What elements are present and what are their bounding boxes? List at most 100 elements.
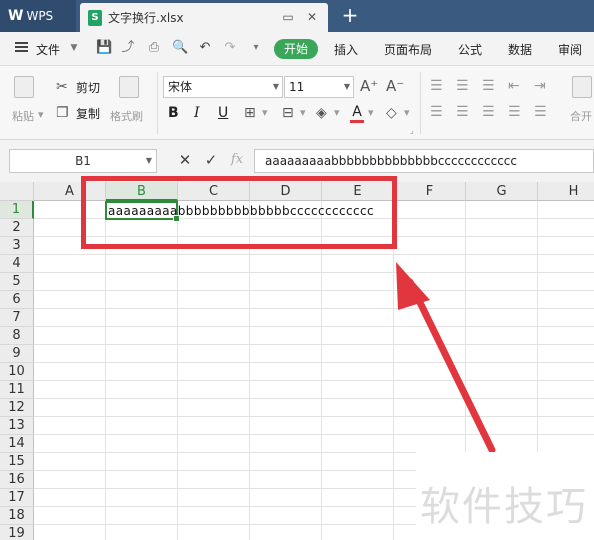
underline-icon[interactable]: U xyxy=(218,105,228,121)
grid-line xyxy=(34,290,594,291)
file-menu[interactable]: 文件 xyxy=(36,41,60,58)
paste-button[interactable]: 粘贴 xyxy=(12,108,34,124)
bold-icon[interactable]: B xyxy=(168,105,179,121)
select-all-corner[interactable] xyxy=(0,182,34,201)
export-icon[interactable]: ⤴ xyxy=(120,40,136,56)
font-color-icon[interactable]: A xyxy=(350,104,364,123)
tab-insert[interactable]: 插入 xyxy=(334,41,358,58)
insert-function-icon[interactable]: fx xyxy=(228,151,246,169)
distribute-icon[interactable]: ☰ xyxy=(534,104,547,120)
indent-decrease-icon[interactable]: ⇤ xyxy=(508,78,520,94)
column-header-h[interactable]: H xyxy=(538,182,594,201)
copy-button[interactable]: 复制 xyxy=(76,105,100,122)
borders-dropdown-icon[interactable]: ▾ xyxy=(262,106,268,119)
fill-color-icon[interactable]: ◈ xyxy=(316,105,327,121)
row-header[interactable]: 6 xyxy=(0,291,34,309)
row-header[interactable]: 10 xyxy=(0,363,34,381)
clear-format-icon[interactable]: ◇ xyxy=(386,105,397,121)
format-painter-icon[interactable] xyxy=(119,76,139,98)
tab-formulas[interactable]: 公式 xyxy=(458,41,482,58)
align-bottom-icon[interactable]: ☰ xyxy=(482,78,495,94)
watermark-text: 软件技巧 xyxy=(420,484,588,530)
document-tab[interactable]: S 文字换行.xlsx ▭ ✕ xyxy=(80,3,328,32)
close-tab-icon[interactable]: ✕ xyxy=(304,9,320,25)
column-header-g[interactable]: G xyxy=(466,182,538,201)
paste-dropdown-icon[interactable]: ▾ xyxy=(38,108,44,121)
align-center-icon[interactable]: ☰ xyxy=(456,104,469,120)
align-right-icon[interactable]: ☰ xyxy=(482,104,495,120)
name-box[interactable]: B1 ▼ xyxy=(9,149,157,173)
grid-line xyxy=(34,362,594,363)
increase-font-size-icon[interactable]: A⁺ xyxy=(360,78,378,94)
tab-start[interactable]: 开始 xyxy=(274,39,318,59)
confirm-edit-icon[interactable]: ✓ xyxy=(202,151,220,169)
justify-icon[interactable]: ☰ xyxy=(508,104,521,120)
row-header[interactable]: 5 xyxy=(0,273,34,291)
file-menu-dropdown-icon[interactable]: ▼ xyxy=(66,40,82,56)
cancel-edit-icon[interactable]: ✕ xyxy=(176,151,194,169)
tab-review[interactable]: 审阅 xyxy=(558,41,582,58)
merge-center-button[interactable]: 合开 xyxy=(570,108,592,124)
grid-line xyxy=(34,254,594,255)
quick-access-dropdown-icon[interactable]: ▾ xyxy=(248,40,264,56)
save-icon[interactable]: 💾 xyxy=(96,40,112,56)
align-top-icon[interactable]: ☰ xyxy=(430,78,443,94)
font-color-dropdown-icon[interactable]: ▾ xyxy=(368,106,374,119)
highlight-box xyxy=(81,176,397,249)
tab-page-layout[interactable]: 页面布局 xyxy=(384,41,432,58)
format-painter-button[interactable]: 格式刷 xyxy=(110,108,143,124)
print-icon[interactable]: ⎙ xyxy=(146,40,162,56)
row-header[interactable]: 1 xyxy=(0,201,34,219)
restore-window-icon[interactable]: ▭ xyxy=(280,9,296,25)
decrease-font-size-icon[interactable]: A⁻ xyxy=(386,78,404,94)
tab-data[interactable]: 数据 xyxy=(508,41,532,58)
grid-line xyxy=(34,434,594,435)
row-header[interactable]: 8 xyxy=(0,327,34,345)
row-header[interactable]: 16 xyxy=(0,471,34,489)
row-header[interactable]: 14 xyxy=(0,435,34,453)
row-header[interactable]: 15 xyxy=(0,453,34,471)
font-dialog-launcher-icon[interactable]: ⌟ xyxy=(410,126,414,135)
row-header[interactable]: 12 xyxy=(0,399,34,417)
new-tab-button[interactable]: + xyxy=(340,3,360,27)
row-header[interactable]: 3 xyxy=(0,237,34,255)
font-size-select[interactable]: 11 ▼ xyxy=(284,76,354,98)
merge-center-icon[interactable] xyxy=(572,76,592,98)
row-header[interactable]: 17 xyxy=(0,489,34,507)
font-name-select[interactable]: 宋体 ▼ xyxy=(163,76,283,98)
borders-icon[interactable]: ⊞ xyxy=(244,105,256,121)
redo-icon[interactable]: ↷ xyxy=(222,40,238,56)
grid-line xyxy=(321,201,322,540)
column-header-f[interactable]: F xyxy=(394,182,466,201)
menu-bar: 文件 ▼ 💾 ⤴ ⎙ 🔍 ↶ ↷ ▾ 开始 插入 页面布局 公式 数据 审阅 xyxy=(0,32,594,66)
row-header[interactable]: 7 xyxy=(0,309,34,327)
undo-icon[interactable]: ↶ xyxy=(197,40,213,56)
merge-dropdown-icon[interactable]: ▾ xyxy=(300,106,306,119)
grid-line xyxy=(34,344,594,345)
row-header[interactable]: 13 xyxy=(0,417,34,435)
wps-home-tab[interactable]: W WPS xyxy=(0,0,76,32)
print-preview-icon[interactable]: 🔍 xyxy=(172,40,188,56)
merge-cells-icon[interactable]: ⊟ xyxy=(282,105,294,121)
cut-button[interactable]: 剪切 xyxy=(76,79,100,96)
formula-input[interactable]: aaaaaaaaabbbbbbbbbbbbbbcccccccccccc xyxy=(254,149,594,173)
row-header[interactable]: 19 xyxy=(0,525,34,540)
row-header[interactable]: 2 xyxy=(0,219,34,237)
menu-hamburger-icon[interactable] xyxy=(15,42,28,52)
copy-icon: ❐ xyxy=(56,105,69,121)
paste-icon[interactable] xyxy=(14,76,34,98)
row-header[interactable]: 18 xyxy=(0,507,34,525)
align-middle-icon[interactable]: ☰ xyxy=(456,78,469,94)
row-header[interactable]: 11 xyxy=(0,381,34,399)
spreadsheet-icon: S xyxy=(88,9,102,26)
italic-icon[interactable]: I xyxy=(194,105,200,121)
grid-line xyxy=(393,201,394,540)
fill-color-dropdown-icon[interactable]: ▾ xyxy=(334,106,340,119)
title-bar: W WPS S 文字换行.xlsx ▭ ✕ + xyxy=(0,0,594,32)
grid-line xyxy=(34,380,594,381)
indent-increase-icon[interactable]: ⇥ xyxy=(534,78,546,94)
align-left-icon[interactable]: ☰ xyxy=(430,104,443,120)
clear-dropdown-icon[interactable]: ▾ xyxy=(404,106,410,119)
row-header[interactable]: 9 xyxy=(0,345,34,363)
row-header[interactable]: 4 xyxy=(0,255,34,273)
